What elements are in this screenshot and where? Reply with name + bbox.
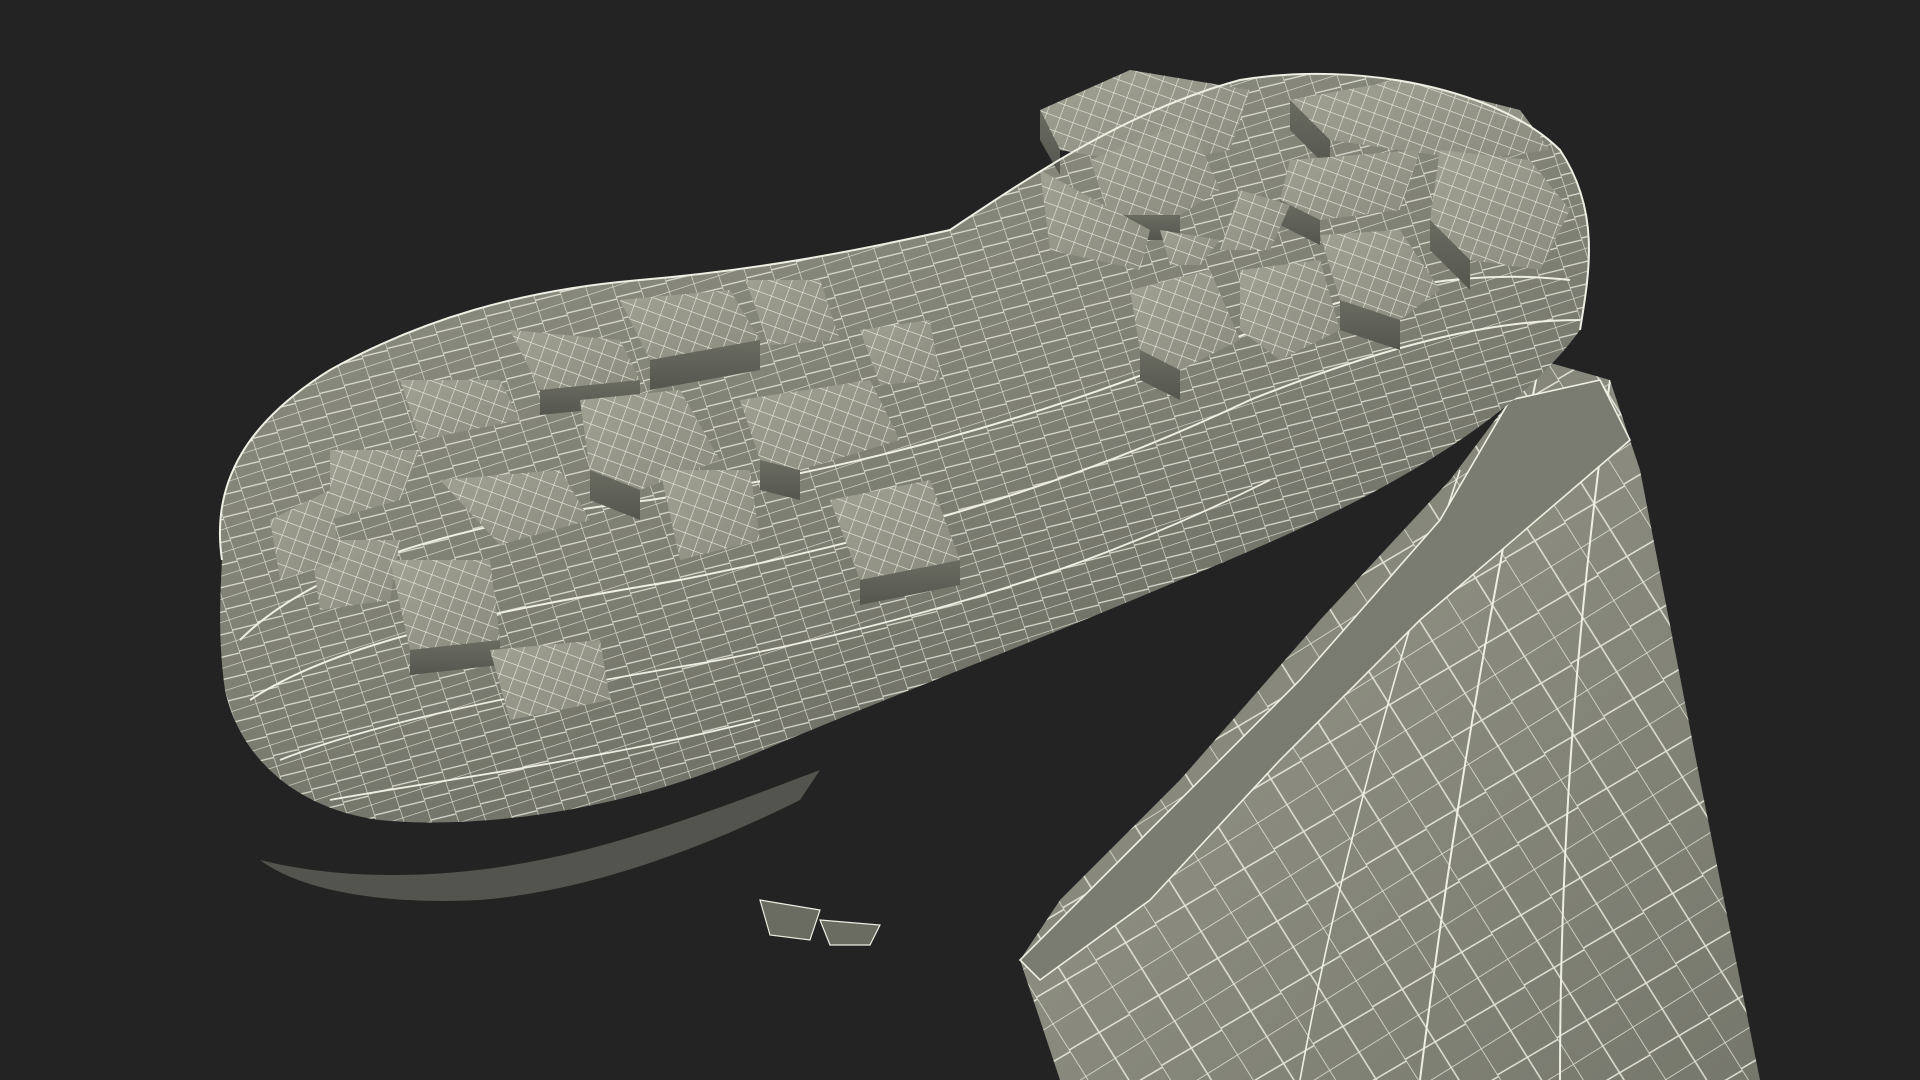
arch-details bbox=[759, 899, 881, 946]
boot-wireframe-render bbox=[218, 70, 1760, 1080]
render-viewport bbox=[0, 0, 1920, 1080]
